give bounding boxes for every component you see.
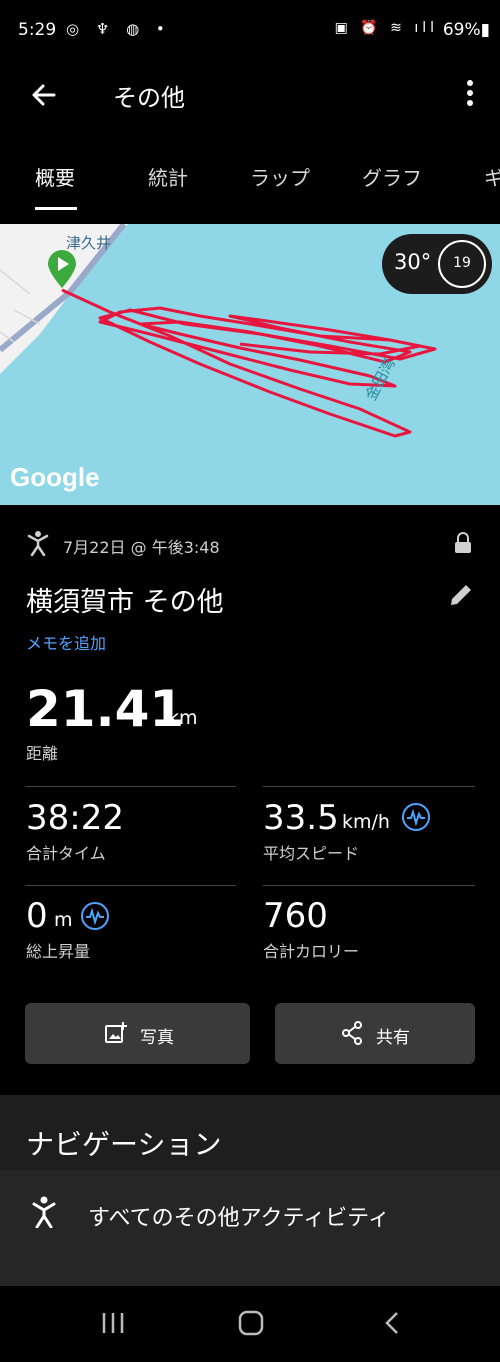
divider <box>26 885 236 886</box>
tab-bar: 概要 統計 ラップ グラフ ギ <box>0 140 500 212</box>
distance-unit: km <box>168 707 198 729</box>
share-button[interactable]: 共有 <box>275 1003 475 1064</box>
system-status-icons: ▣ ⏰ ≋ ıll <box>334 20 438 36</box>
tab-gear[interactable]: ギ <box>484 162 500 191</box>
tab-laps[interactable]: ラップ <box>250 162 310 191</box>
page-title: その他 <box>113 84 185 112</box>
start-pin-icon <box>46 250 78 290</box>
status-bar: 5:29 ◎ ♆ ◍ • ▣ ⏰ ≋ ıll 69%▮ <box>0 0 500 62</box>
home-icon[interactable] <box>238 1310 264 1340</box>
back-arrow-icon[interactable] <box>24 76 64 116</box>
google-logo: Google <box>10 462 100 492</box>
total-time-label: 合計タイム <box>26 844 106 863</box>
divider <box>26 786 236 787</box>
lock-icon[interactable] <box>454 532 472 558</box>
map-place-label: 津久井 <box>66 234 112 252</box>
divider <box>263 885 475 886</box>
total-ascent-unit: m <box>54 909 73 931</box>
distance-label: 距離 <box>26 744 59 763</box>
tab-overview[interactable]: 概要 <box>35 162 75 191</box>
route-map[interactable]: 津久井 金田湾 30° 19 Google <box>0 224 500 505</box>
add-photo-label: 写真 <box>140 1028 174 1048</box>
add-memo-link[interactable]: メモを追加 <box>26 630 106 654</box>
total-time-value: 38:22 <box>26 798 124 838</box>
divider <box>263 786 475 787</box>
activity-date: 7月22日 @ 午後3:48 <box>63 538 220 557</box>
total-calories-label: 合計カロリー <box>263 942 360 961</box>
share-icon <box>341 1021 363 1049</box>
share-label: 共有 <box>376 1028 410 1048</box>
all-other-activities-label: すべてのその他アクティビティ <box>88 1206 390 1231</box>
avg-speed-label: 平均スピード <box>263 844 360 863</box>
ascent-chart-icon[interactable] <box>81 902 109 930</box>
tab-graph[interactable]: グラフ <box>362 162 422 191</box>
navigation-heading: ナビゲーション <box>26 1128 222 1161</box>
notification-icons: ◎ ♆ ◍ • <box>66 20 171 38</box>
pencil-icon[interactable] <box>448 582 474 612</box>
activity-person-icon <box>26 530 50 560</box>
avg-speed-unit: km/h <box>342 811 390 833</box>
wind-speed-value: 19 <box>453 255 471 271</box>
speed-chart-icon[interactable] <box>402 803 430 831</box>
battery-indicator: 69%▮ <box>442 20 490 40</box>
temperature-value: 30° <box>394 250 432 274</box>
recent-apps-icon[interactable] <box>100 1310 126 1340</box>
navigation-section: ナビゲーション すべてのその他アクティビティ <box>0 1095 500 1286</box>
activity-person-icon <box>32 1196 56 1232</box>
activity-meta: 7月22日 @ 午後3:48 <box>26 530 476 558</box>
system-back-icon[interactable] <box>380 1310 406 1340</box>
tab-stats[interactable]: 統計 <box>148 162 188 191</box>
app-bar: その他 <box>0 62 500 128</box>
more-options-icon[interactable] <box>462 76 478 116</box>
all-other-activities-item[interactable]: すべてのその他アクティビティ <box>0 1170 500 1286</box>
active-tab-indicator <box>35 207 77 210</box>
add-photo-icon <box>104 1021 128 1049</box>
total-calories-value: 760 <box>263 896 328 936</box>
total-ascent-label: 総上昇量 <box>26 942 91 961</box>
wind-dial-icon: 19 <box>438 240 486 288</box>
total-ascent-value: 0 <box>26 896 48 936</box>
distance-value: 21.41 <box>26 680 185 738</box>
activity-title: 横須賀市 その他 <box>26 587 224 618</box>
system-navigation-bar <box>0 1290 500 1362</box>
status-time: 5:29 <box>18 20 57 40</box>
weather-badge: 30° 19 <box>382 234 492 294</box>
avg-speed-value: 33.5 <box>263 798 339 838</box>
add-photo-button[interactable]: 写真 <box>25 1003 250 1064</box>
